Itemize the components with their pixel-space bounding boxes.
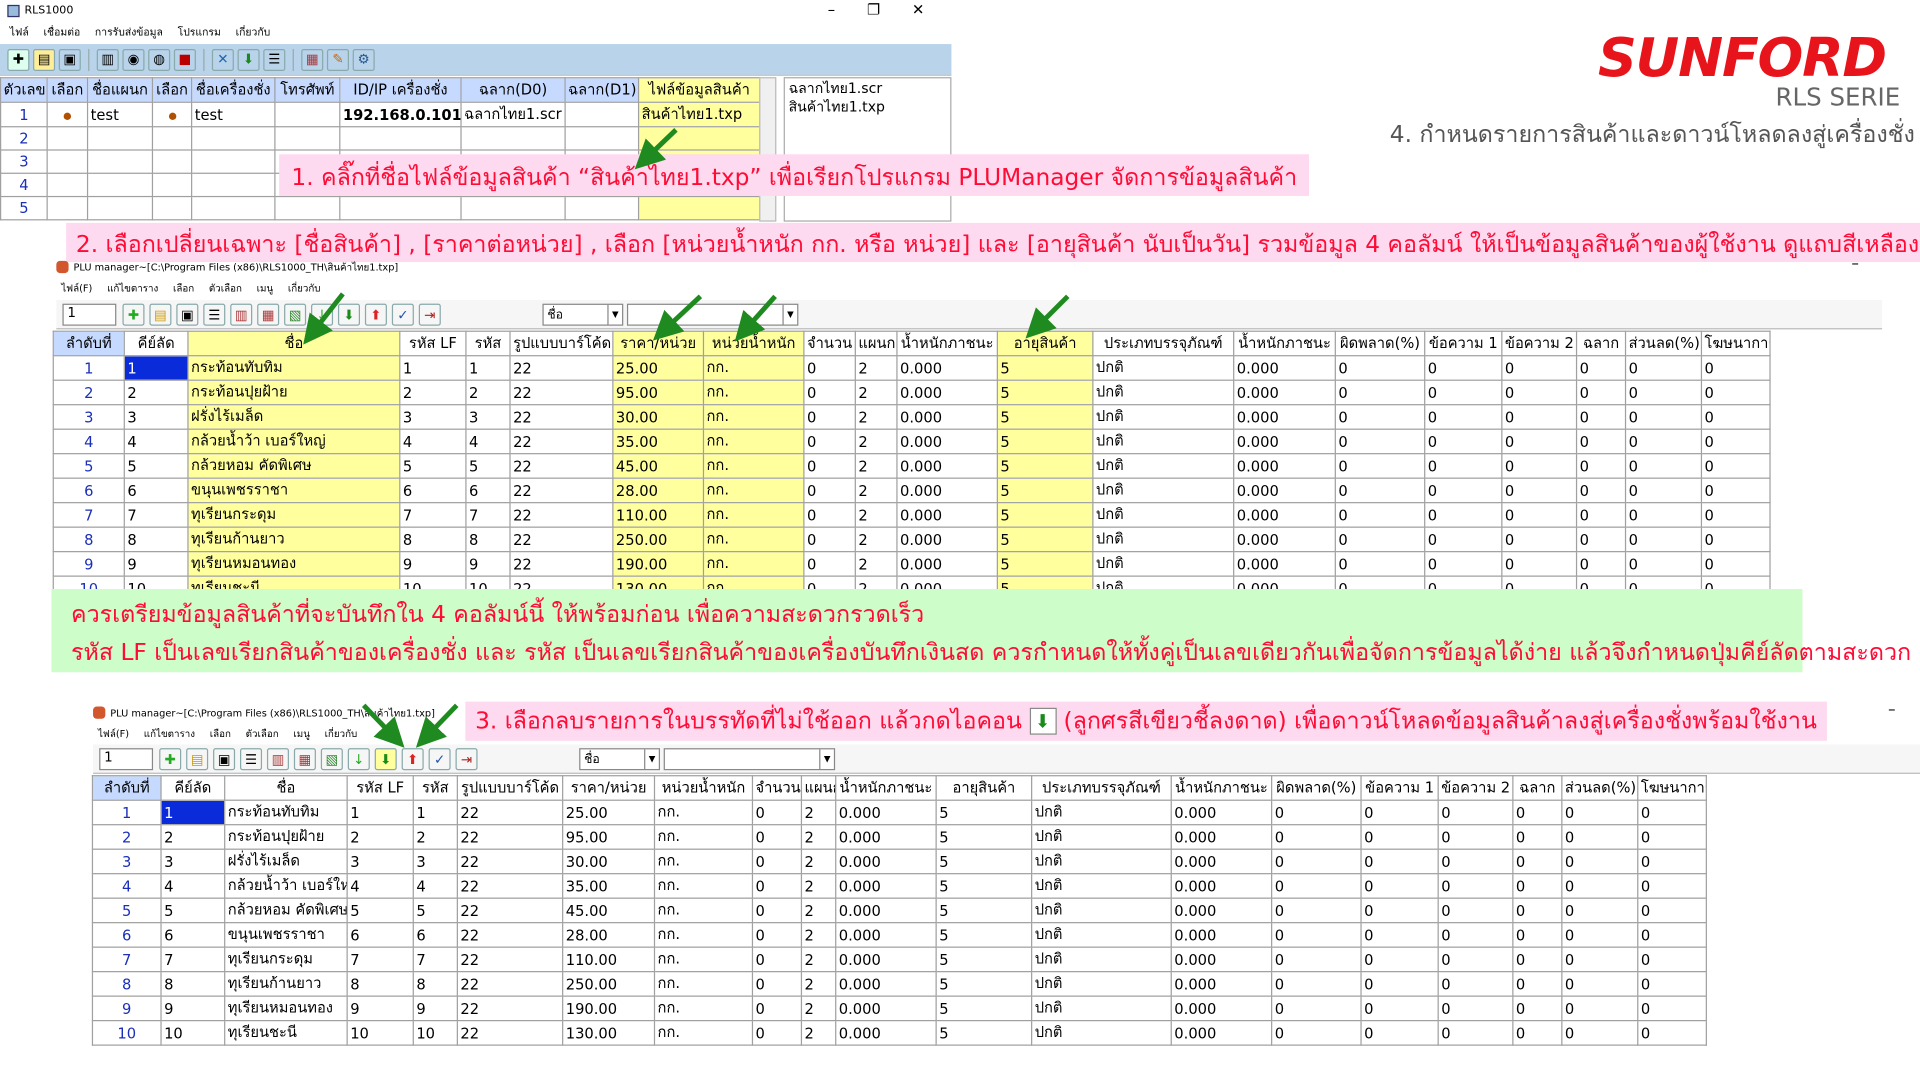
arrow-to-shelf-life-column xyxy=(1025,294,1070,339)
arrow-to-download-icon-a xyxy=(361,703,405,748)
arrow-to-product-file xyxy=(634,128,678,170)
arrow-to-name-column xyxy=(303,292,345,345)
arrow-to-download-icon-b xyxy=(415,703,459,748)
screenshot-canvas: RLS1000 – ❐ ✕ ไฟล์ เชื่อมต่อ การรับส่งข้… xyxy=(0,0,1920,1080)
annotation-arrows xyxy=(303,128,1070,748)
arrow-to-unit-column xyxy=(734,294,777,342)
arrow-to-price-column xyxy=(652,294,703,341)
